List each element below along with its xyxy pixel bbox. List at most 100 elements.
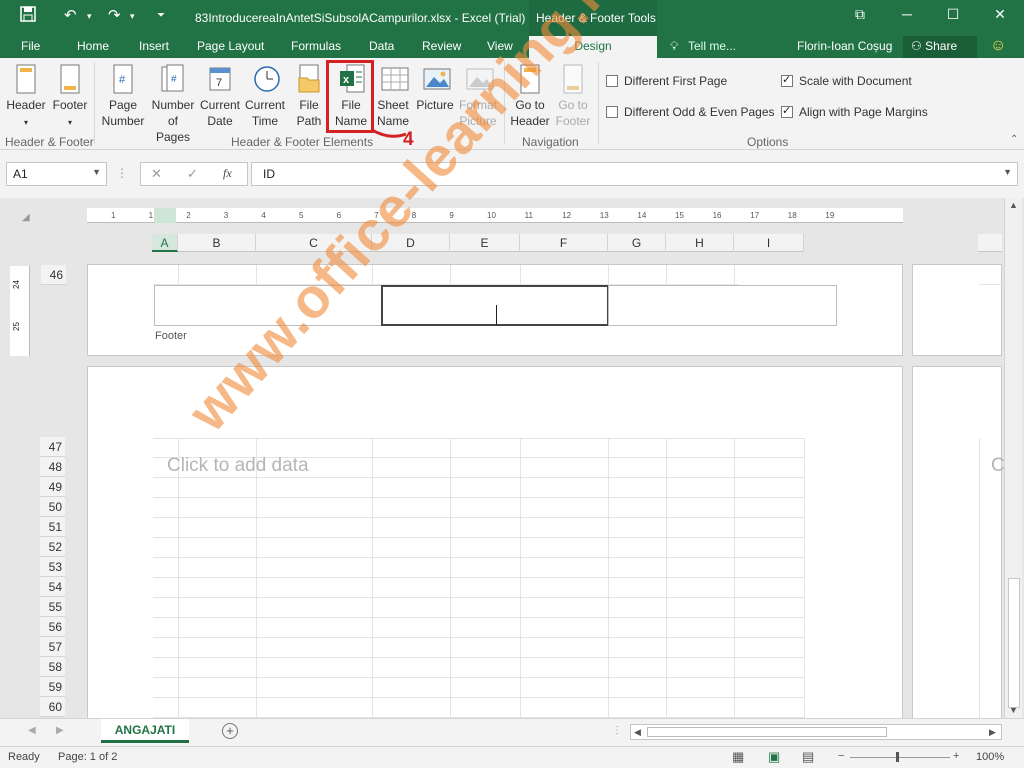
grid-cell[interactable] xyxy=(451,638,521,658)
grid-cell[interactable] xyxy=(609,438,667,458)
tab-insert[interactable]: Insert xyxy=(139,39,169,53)
grid-cell[interactable] xyxy=(373,598,451,618)
grid-cell[interactable] xyxy=(373,538,451,558)
grid-cell[interactable] xyxy=(373,638,451,658)
footer-center-section[interactable] xyxy=(381,285,609,326)
current-date-button[interactable]: 7 Current Date xyxy=(198,64,242,129)
grid-cell[interactable] xyxy=(179,638,257,658)
click-to-add-data-placeholder-right[interactable]: C xyxy=(991,455,1005,477)
grid-cell[interactable] xyxy=(609,678,667,698)
grid-cell[interactable] xyxy=(521,558,609,578)
column-header-h[interactable]: H xyxy=(666,234,734,252)
grid-cell[interactable] xyxy=(257,538,373,558)
grid-cell[interactable] xyxy=(521,538,609,558)
grid-cell[interactable] xyxy=(521,678,609,698)
footer-button[interactable]: Footer ▾ xyxy=(50,64,90,131)
tab-view[interactable]: View xyxy=(487,39,513,53)
tab-formulas[interactable]: Formulas xyxy=(291,39,341,53)
grid-cell[interactable] xyxy=(153,558,179,578)
page-break-view-icon[interactable]: ▤ xyxy=(802,749,814,765)
collapse-ribbon-icon[interactable]: ⌃ xyxy=(1010,134,1018,145)
click-to-add-data-placeholder[interactable]: Click to add data xyxy=(167,455,309,477)
grid-cell[interactable] xyxy=(667,498,735,518)
grid-cell[interactable] xyxy=(153,498,179,518)
grid-cell[interactable] xyxy=(373,698,451,718)
tell-me-box[interactable]: Tell me... xyxy=(688,39,736,53)
footer-right-section[interactable] xyxy=(608,285,837,326)
grid-cell[interactable] xyxy=(257,598,373,618)
save-icon[interactable] xyxy=(20,6,36,26)
page-number-button[interactable]: # Page Number xyxy=(100,64,146,129)
different-first-page-checkbox[interactable]: Different First Page xyxy=(606,74,727,88)
scroll-up-icon[interactable]: ▲ xyxy=(1009,200,1018,210)
grid-cell[interactable] xyxy=(257,498,373,518)
format-picture-button[interactable]: Format Picture xyxy=(457,64,499,129)
grid-cell[interactable] xyxy=(179,558,257,578)
grid-cell[interactable] xyxy=(609,558,667,578)
column-header-f[interactable]: F xyxy=(520,234,608,252)
grid-cell[interactable] xyxy=(451,658,521,678)
grid-cell[interactable] xyxy=(521,578,609,598)
close-button[interactable]: ✕ xyxy=(980,6,1020,23)
tab-page-layout[interactable]: Page Layout xyxy=(197,39,264,53)
name-box[interactable]: A1 ▼ xyxy=(6,162,107,186)
grid-cell[interactable] xyxy=(735,498,805,518)
grid-cell[interactable] xyxy=(521,618,609,638)
grid-cell[interactable] xyxy=(667,578,735,598)
redo-dropdown-icon[interactable]: ▾ xyxy=(130,11,135,22)
grid-cell[interactable] xyxy=(735,478,805,498)
grid-cell[interactable] xyxy=(609,458,667,478)
grid-cell[interactable] xyxy=(179,518,257,538)
sheet-name-button[interactable]: Sheet Name xyxy=(375,64,411,129)
grid-cell[interactable] xyxy=(179,618,257,638)
go-to-footer-button[interactable]: Go to Footer xyxy=(552,64,594,129)
scroll-down-icon[interactable]: ▼ xyxy=(1009,705,1018,715)
grid-cell[interactable] xyxy=(667,658,735,678)
tab-design[interactable]: Design xyxy=(529,36,657,58)
grid-cell[interactable] xyxy=(451,538,521,558)
grid-cell[interactable] xyxy=(257,618,373,638)
picture-button[interactable]: Picture xyxy=(414,64,456,113)
scroll-left-icon[interactable]: ◀ xyxy=(634,727,641,738)
grid-cell[interactable] xyxy=(609,698,667,718)
maximize-button[interactable]: ☐ xyxy=(933,6,973,23)
grid-cell[interactable] xyxy=(257,698,373,718)
grid-cell[interactable] xyxy=(451,478,521,498)
footer-left-section[interactable] xyxy=(154,285,382,326)
grid-cell[interactable] xyxy=(451,458,521,478)
grid-cell[interactable] xyxy=(257,518,373,538)
grid-cell[interactable] xyxy=(735,558,805,578)
grid-cell[interactable] xyxy=(373,438,451,458)
grid-cell[interactable] xyxy=(521,458,609,478)
row-header-55[interactable]: 55 xyxy=(40,597,65,617)
grid-cell[interactable] xyxy=(735,598,805,618)
grid-cell[interactable] xyxy=(179,598,257,618)
column-header-c[interactable]: C xyxy=(256,234,372,252)
scroll-right-icon[interactable]: ▶ xyxy=(989,727,996,738)
grid-cell[interactable] xyxy=(609,618,667,638)
column-header-g[interactable]: G xyxy=(608,234,666,252)
customize-qat-icon[interactable]: ⏷ xyxy=(157,10,165,21)
grid-cell[interactable] xyxy=(179,698,257,718)
column-header-a[interactable]: A xyxy=(152,234,178,252)
grid-cell[interactable] xyxy=(609,518,667,538)
different-odd-even-checkbox[interactable]: Different Odd & Even Pages xyxy=(606,105,775,119)
row-header-54[interactable]: 54 xyxy=(40,577,65,597)
grid-cell[interactable] xyxy=(667,698,735,718)
grid-cell[interactable] xyxy=(153,578,179,598)
grid-cell[interactable] xyxy=(609,638,667,658)
grid-cell[interactable] xyxy=(609,658,667,678)
grid-cell[interactable] xyxy=(373,498,451,518)
row-header-57[interactable]: 57 xyxy=(40,637,65,657)
grid-cell[interactable] xyxy=(521,438,609,458)
grid-cell[interactable] xyxy=(521,478,609,498)
insert-function-icon[interactable]: fx xyxy=(223,166,232,181)
grid-cell[interactable] xyxy=(521,598,609,618)
row-header-52[interactable]: 52 xyxy=(40,537,65,557)
grid-cell[interactable] xyxy=(373,458,451,478)
row-header-53[interactable]: 53 xyxy=(40,557,65,577)
tab-home[interactable]: Home xyxy=(77,39,109,53)
grid-cell[interactable] xyxy=(153,478,179,498)
row-header-58[interactable]: 58 xyxy=(40,657,65,677)
grid-cell[interactable] xyxy=(179,658,257,678)
